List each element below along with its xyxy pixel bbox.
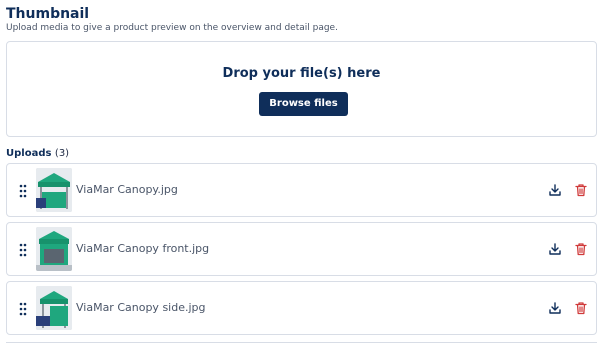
- upload-row: ViaMar Canopy side.jpg: [6, 281, 597, 335]
- browse-files-button[interactable]: Browse files: [259, 92, 348, 116]
- file-thumbnail: [36, 168, 72, 212]
- thumbnail-section: Thumbnail Upload media to give a product…: [0, 0, 605, 345]
- download-icon[interactable]: [548, 242, 562, 256]
- upload-row: ViaMar Canopy front.jpg: [6, 222, 597, 276]
- file-thumbnail: [36, 286, 72, 330]
- drag-handle-icon[interactable]: [19, 243, 27, 257]
- drag-handle-icon[interactable]: [19, 302, 27, 316]
- section-subtitle: Upload media to give a product preview o…: [6, 23, 338, 33]
- file-name: ViaMar Canopy.jpg: [76, 183, 178, 196]
- download-icon[interactable]: [548, 183, 562, 197]
- uploads-label: Uploads: [6, 148, 52, 159]
- divider: [6, 342, 597, 343]
- upload-row: ViaMar Canopy.jpg: [6, 163, 597, 217]
- file-dropzone[interactable]: Drop your file(s) here Browse files: [6, 41, 597, 137]
- file-name: ViaMar Canopy side.jpg: [76, 301, 206, 314]
- dropzone-text: Drop your file(s) here: [222, 66, 381, 81]
- uploads-count: (3): [54, 148, 70, 159]
- file-name: ViaMar Canopy front.jpg: [76, 242, 210, 255]
- uploads-heading: Uploads (3): [6, 148, 69, 159]
- trash-icon[interactable]: [574, 183, 588, 197]
- trash-icon[interactable]: [574, 301, 588, 315]
- section-title: Thumbnail: [6, 6, 90, 22]
- download-icon[interactable]: [548, 301, 562, 315]
- file-thumbnail: [36, 227, 72, 271]
- drag-handle-icon[interactable]: [19, 184, 27, 198]
- trash-icon[interactable]: [574, 242, 588, 256]
